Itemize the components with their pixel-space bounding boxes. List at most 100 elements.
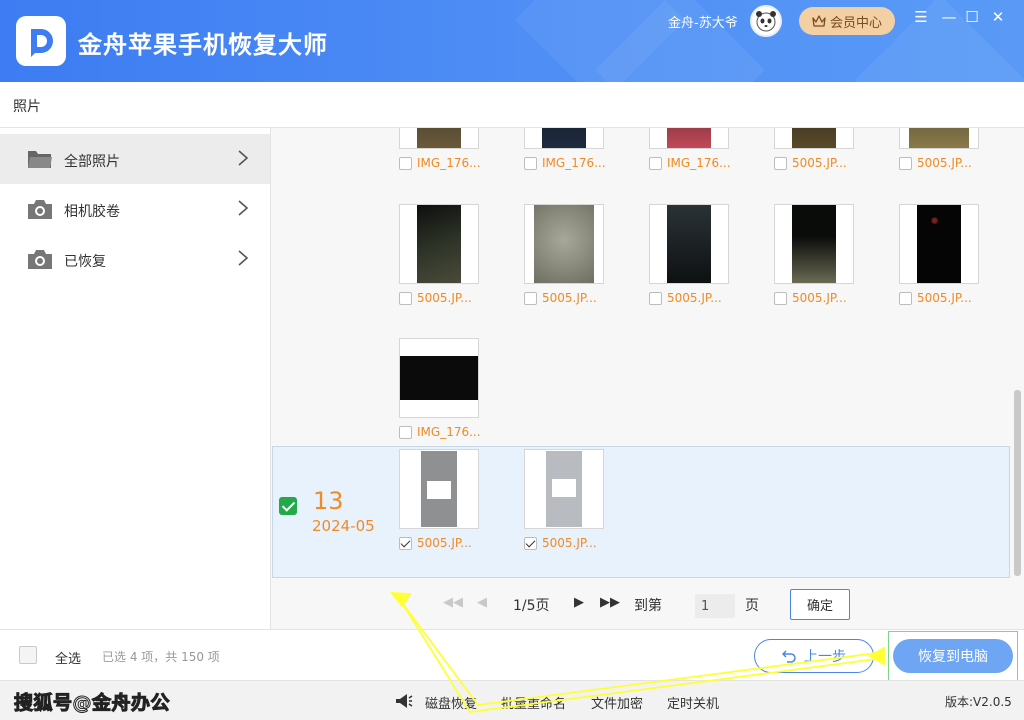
first-page-icon[interactable]: ◀◀ bbox=[443, 595, 463, 610]
tool-batch-rename[interactable]: 批量重命名 bbox=[501, 693, 566, 712]
next-page-icon[interactable]: ▶ bbox=[574, 595, 584, 610]
back-button-label: 上一步 bbox=[804, 649, 846, 665]
photo-name: IMG_176... bbox=[667, 156, 731, 170]
select-all-checkbox[interactable] bbox=[19, 646, 37, 664]
sidebar: 全部照片 相机胶卷 已恢复 bbox=[0, 128, 271, 629]
avatar[interactable] bbox=[750, 5, 782, 37]
vip-center-label: 会员中心 bbox=[829, 15, 882, 31]
undo-icon bbox=[782, 650, 796, 663]
photo-thumbnail[interactable] bbox=[774, 128, 854, 149]
photo-item[interactable]: 5005.JP... bbox=[524, 449, 604, 551]
photo-thumbnail[interactable] bbox=[649, 204, 729, 284]
photo-item[interactable]: 5005.JP... bbox=[774, 204, 854, 306]
sidebar-item-camera-roll[interactable]: 相机胶卷 bbox=[0, 184, 270, 234]
sidebar-item-recovered[interactable]: 已恢复 bbox=[0, 234, 270, 284]
photo-checkbox[interactable] bbox=[774, 156, 787, 170]
photo-checkbox[interactable] bbox=[649, 291, 662, 305]
tool-scheduled-shutdown[interactable]: 定时关机 bbox=[667, 693, 719, 712]
page-suffix: 页 bbox=[745, 598, 759, 614]
chevron-right-icon bbox=[238, 150, 249, 166]
confirm-button[interactable]: 确定 bbox=[790, 589, 850, 620]
photo-thumbnail[interactable] bbox=[649, 128, 729, 149]
sidebar-item-label: 相机胶卷 bbox=[64, 204, 120, 220]
photo-thumbnail[interactable] bbox=[899, 204, 979, 284]
app-title: 金舟苹果手机恢复大师 bbox=[78, 31, 328, 59]
photo-item[interactable]: IMG_176... bbox=[399, 128, 481, 171]
photo-thumbnail[interactable] bbox=[399, 204, 479, 284]
photo-checkbox[interactable] bbox=[649, 156, 662, 170]
group-day: 13 bbox=[313, 487, 344, 515]
crown-icon bbox=[812, 15, 826, 27]
photo-thumbnail[interactable] bbox=[399, 128, 479, 149]
scrollbar[interactable] bbox=[1014, 390, 1021, 576]
photo-item[interactable]: IMG_176... bbox=[399, 338, 481, 440]
minimize-icon[interactable]: — bbox=[938, 8, 960, 26]
version-label: 版本:V2.0.5 bbox=[945, 695, 1012, 709]
photo-checkbox[interactable] bbox=[524, 156, 537, 170]
photo-checkbox[interactable] bbox=[524, 536, 537, 550]
photo-checkbox[interactable] bbox=[399, 425, 412, 439]
photo-item[interactable]: 5005.JP... bbox=[399, 449, 479, 551]
photo-checkbox[interactable] bbox=[399, 156, 412, 170]
breadcrumb: 照片 bbox=[13, 99, 41, 115]
photo-thumbnail[interactable] bbox=[524, 128, 604, 149]
photo-thumbnail[interactable] bbox=[774, 204, 854, 284]
photo-checkbox[interactable] bbox=[399, 536, 412, 550]
photo-thumbnail[interactable] bbox=[399, 449, 479, 529]
photo-name: 5005.JP... bbox=[542, 291, 597, 305]
photo-name: 5005.JP... bbox=[792, 291, 847, 305]
photo-checkbox[interactable] bbox=[899, 156, 912, 170]
selection-info: 已选 4 项，共 150 项 bbox=[102, 650, 220, 664]
photo-checkbox[interactable] bbox=[524, 291, 537, 305]
photo-item[interactable]: IMG_176... bbox=[649, 128, 731, 171]
photo-name: 5005.JP... bbox=[792, 156, 847, 170]
sidebar-item-label: 已恢复 bbox=[64, 254, 106, 270]
sidebar-item-all-photos[interactable]: 全部照片 bbox=[0, 134, 270, 184]
photo-checkbox[interactable] bbox=[899, 291, 912, 305]
group-checkbox[interactable] bbox=[279, 497, 297, 515]
photo-name: 5005.JP... bbox=[917, 156, 972, 170]
recover-to-pc-button[interactable]: 恢复到电脑 bbox=[893, 639, 1013, 673]
photo-item[interactable]: 5005.JP... bbox=[399, 204, 479, 306]
camera-icon bbox=[28, 200, 52, 219]
goto-label: 到第 bbox=[634, 598, 662, 614]
watermark: 搜狐号@金舟办公 bbox=[13, 692, 171, 715]
photo-item[interactable]: 5005.JP... bbox=[524, 204, 604, 306]
photo-item[interactable]: 5005.JP... bbox=[774, 128, 854, 171]
user-name[interactable]: 金舟-苏大爷 bbox=[668, 12, 738, 31]
sidebar-item-label: 全部照片 bbox=[64, 154, 120, 170]
close-icon[interactable]: ✕ bbox=[987, 8, 1009, 26]
photo-name: 5005.JP... bbox=[917, 291, 972, 305]
prev-page-icon[interactable]: ◀ bbox=[477, 595, 487, 610]
photo-item[interactable]: IMG_176... bbox=[524, 128, 606, 171]
page-number-input[interactable] bbox=[695, 594, 735, 618]
photo-item[interactable]: 5005.JP... bbox=[899, 128, 979, 171]
maximize-icon[interactable]: ☐ bbox=[961, 8, 983, 26]
photo-thumbnail[interactable] bbox=[399, 338, 479, 418]
vip-center-button[interactable]: 会员中心 bbox=[799, 7, 895, 35]
tool-disk-recovery[interactable]: 磁盘恢复 bbox=[425, 693, 477, 712]
photo-thumbnail[interactable] bbox=[899, 128, 979, 149]
select-all-label[interactable]: 全选 bbox=[55, 648, 81, 667]
photo-name: IMG_176... bbox=[417, 156, 481, 170]
photo-item[interactable]: 5005.JP... bbox=[649, 204, 729, 306]
bottom-toolbar: 搜狐号@金舟办公 磁盘恢复 批量重命名 文件加密 定时关机 版本:V2.0.5 bbox=[0, 680, 1024, 720]
photo-name: IMG_176... bbox=[417, 425, 481, 439]
breadcrumb-bar: 照片 bbox=[0, 82, 1024, 128]
chevron-right-icon bbox=[238, 250, 249, 266]
photo-thumbnail[interactable] bbox=[524, 449, 604, 529]
last-page-icon[interactable]: ▶▶ bbox=[600, 595, 620, 610]
recover-to-pc-frame: 恢复到电脑 bbox=[888, 631, 1018, 681]
photo-checkbox[interactable] bbox=[399, 291, 412, 305]
photo-thumbnail[interactable] bbox=[524, 204, 604, 284]
tool-file-encrypt[interactable]: 文件加密 bbox=[591, 693, 643, 712]
photo-checkbox[interactable] bbox=[774, 291, 787, 305]
photo-item[interactable]: 5005.JP... bbox=[899, 204, 979, 306]
pagination: ◀◀ ◀ 1/5页 ▶ ▶▶ 到第 页 确定 bbox=[271, 586, 1024, 626]
photo-name: 5005.JP... bbox=[542, 536, 597, 550]
app-logo-icon bbox=[16, 16, 66, 66]
menu-icon[interactable]: ☰ bbox=[910, 8, 932, 26]
date-group-selected: 13 2024-05 5005.JP... 5005.JP... bbox=[272, 446, 1010, 578]
back-button[interactable]: 上一步 bbox=[754, 639, 874, 673]
chevron-right-icon bbox=[238, 200, 249, 216]
